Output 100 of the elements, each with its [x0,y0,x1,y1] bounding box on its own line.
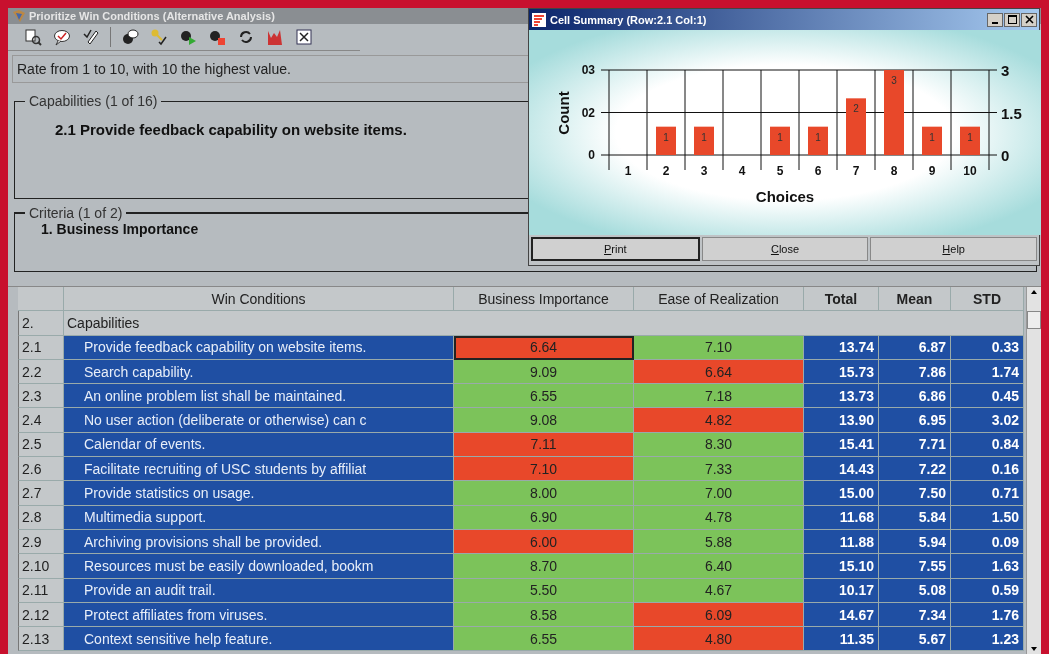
table-cell: 1.74 [951,359,1024,385]
table-cell: 14.67 [804,602,879,628]
people-comment-icon [121,28,139,46]
maximize-button[interactable] [1004,12,1020,27]
axis-tick-label: 6 [814,164,822,178]
table-cell: 7.50 [879,481,951,506]
rating-cell[interactable]: 7.10 [454,457,634,482]
data-label: 2 [853,103,859,115]
rating-cell[interactable]: 4.82 [634,408,804,433]
column-header[interactable]: Win Conditions [64,287,454,312]
instruction-text: Rate from 1 to 10, with 10 the highest value. [17,61,291,77]
table-cell: 5.67 [879,627,951,652]
row-number: 2.6 [18,457,64,482]
dialog-button[interactable]: Help [870,237,1037,261]
rating-cell[interactable]: 5.50 [454,578,634,603]
rating-cell[interactable]: 4.67 [634,578,804,603]
refresh-icon [237,28,255,46]
table-cell: 15.41 [804,432,879,458]
axis-tick-label: 5 [776,164,784,178]
rating-cell[interactable]: 6.55 [454,627,634,652]
row-number: 2.1 [18,335,64,360]
row-number: 2.9 [18,529,64,555]
bar [656,126,676,155]
bar [960,126,980,155]
table-cell: 0.71 [951,481,1024,506]
rating-cell[interactable]: 6.90 [454,505,634,530]
rating-cell[interactable]: 6.09 [634,602,804,628]
window-title: Cell Summary (Row:2.1 Col:1) [550,13,708,26]
column-header[interactable]: Total [804,287,879,312]
dialog-button[interactable]: Print [531,237,700,261]
axis-tick-label: 0 [588,148,595,162]
rating-cell[interactable]: 6.64 [454,335,634,360]
scrollbar[interactable] [1026,287,1041,654]
data-label: 1 [815,131,821,143]
rating-cell[interactable]: 6.64 [634,359,804,385]
rating-cell[interactable]: 9.09 [454,359,634,385]
table-cell: 11.68 [804,505,879,530]
column-header[interactable]: Mean [879,287,951,312]
table-cell: 15.10 [804,554,879,579]
group-legend: Capabilities (1 of 16) [25,93,162,109]
rating-cell[interactable]: 6.00 [454,529,634,555]
column-header[interactable]: Business Importance [454,287,634,312]
pencil-check-icon [82,28,100,46]
rating-cell[interactable]: 7.33 [634,457,804,482]
row-number: 2.12 [18,602,64,628]
table-cell: 0.16 [951,457,1024,482]
header-corner [18,287,64,312]
rating-cell[interactable]: 7.18 [634,384,804,409]
table-cell: 13.73 [804,384,879,409]
table-cell: 1.76 [951,602,1024,628]
table-cell: 6.95 [879,408,951,433]
column-header[interactable]: Ease of Realization [634,287,804,312]
dialog-button[interactable]: Close [701,237,869,261]
row-number: 2.5 [18,432,64,458]
criterion-title: 1. Business Importance [41,221,200,237]
row-number: 2.7 [18,481,64,506]
rating-cell[interactable]: 8.70 [454,554,634,579]
data-label: 1 [701,131,707,143]
capability-title: 2.1 Provide feedback capability on website items. [55,121,407,138]
table-cell: 15.73 [804,359,879,385]
table-cell: Resources must be easily downloaded, bookm [64,554,454,579]
column-header[interactable]: STD [951,287,1024,312]
axis-tick-label: 10 [963,164,977,178]
axis-tick-label: 4 [738,164,746,178]
table-cell: 1.50 [951,505,1024,530]
rating-cell[interactable]: 9.08 [454,408,634,433]
table-cell: 13.90 [804,408,879,433]
table-cell: 1.23 [951,627,1024,652]
rating-cell[interactable]: 4.78 [634,505,804,530]
table-cell: 7.22 [879,457,951,482]
rating-cell[interactable]: 8.00 [454,481,634,506]
rating-cell[interactable]: 7.11 [454,432,634,458]
row-number: 2.13 [18,627,64,652]
minimize-button[interactable] [987,12,1003,27]
group-legend: Criteria (1 of 2) [25,205,127,221]
data-label: 1 [967,131,973,143]
table-cell: No user action (deliberate or otherwise) can c [64,408,454,433]
data-label: 1 [929,131,935,143]
rating-cell[interactable]: 8.58 [454,602,634,628]
maximize-icon [1007,15,1017,24]
rating-cell[interactable]: 7.00 [634,481,804,506]
rating-cell[interactable]: 8.30 [634,432,804,458]
table-cell: 7.55 [879,554,951,579]
table-cell: Provide feedback capability on website items. [64,335,454,360]
close-icon [295,28,313,46]
close-button[interactable] [1021,12,1037,27]
key-check-icon [150,28,168,46]
rating-cell[interactable]: 4.80 [634,627,804,652]
table-cell: 5.94 [879,529,951,555]
table-cell: 0.33 [951,335,1024,360]
rating-cell[interactable]: 6.55 [454,384,634,409]
rating-cell[interactable]: 6.40 [634,554,804,579]
row-number: 2.4 [18,408,64,433]
rating-cell[interactable]: 5.88 [634,529,804,555]
bar [846,98,866,155]
scroll-thumb[interactable] [1027,311,1041,329]
table-cell: 0.09 [951,529,1024,555]
rating-cell[interactable]: 7.10 [634,335,804,360]
section-row: Capabilities [64,311,1024,336]
table-cell: Facilitate recruiting of USC students by affiliat [64,457,454,482]
